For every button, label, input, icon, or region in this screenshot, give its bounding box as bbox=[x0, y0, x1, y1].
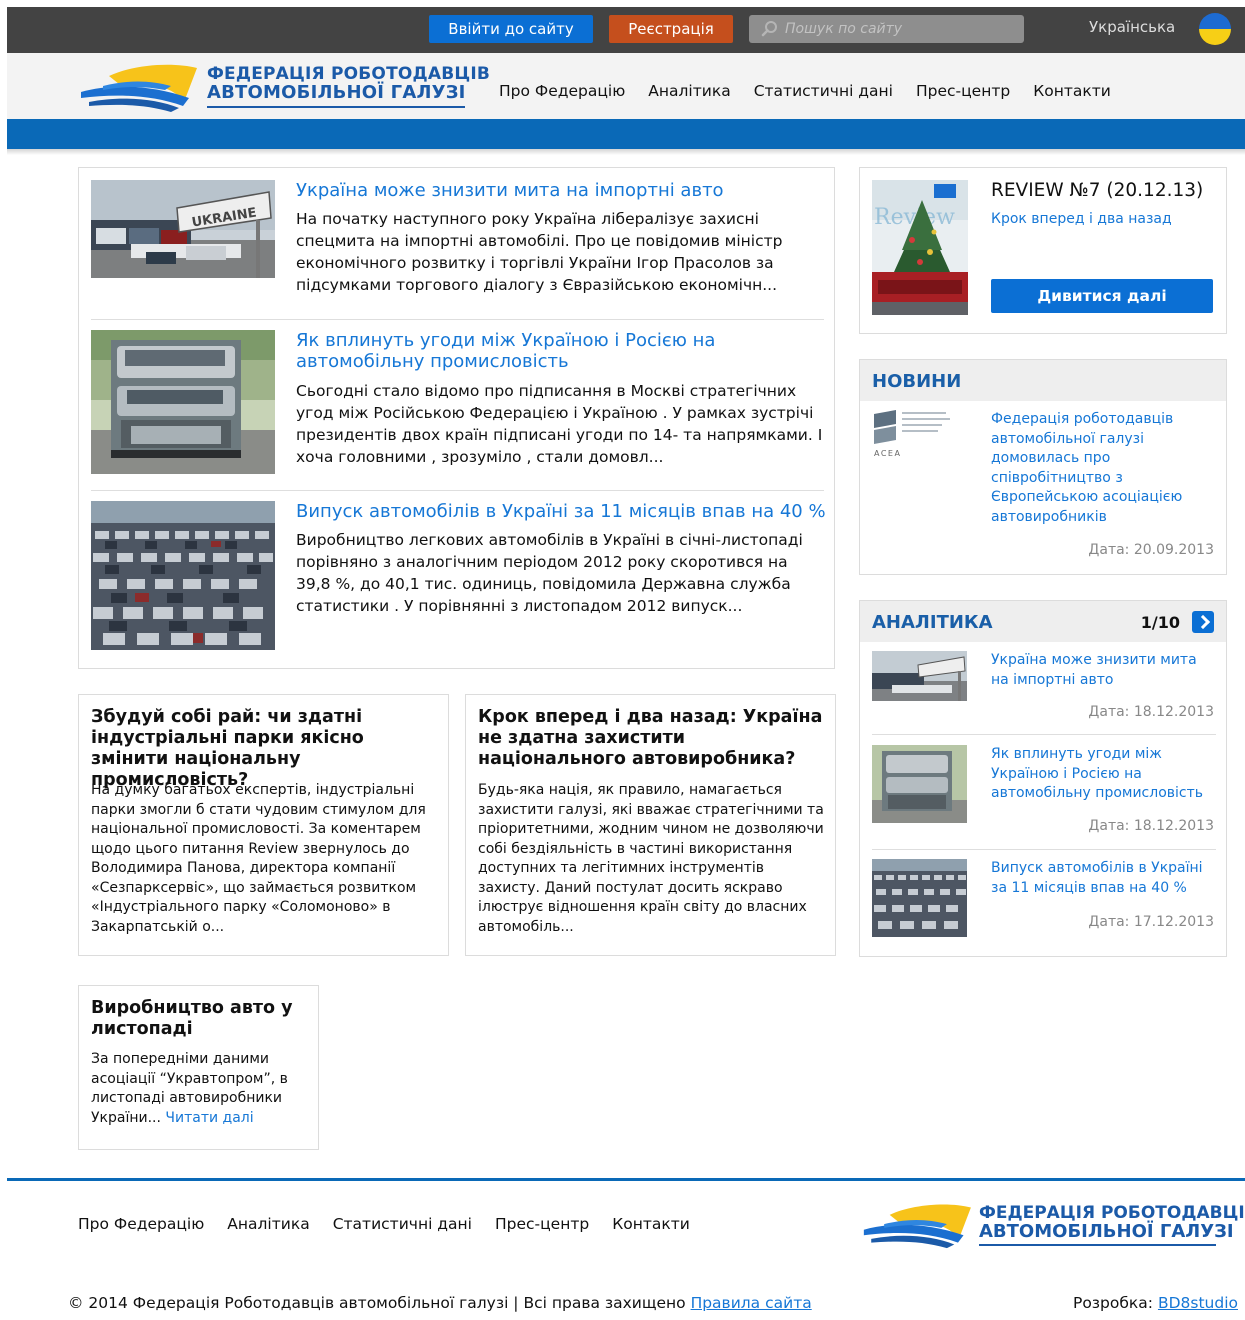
analytics-item-date: Дата: 17.12.2013 bbox=[1088, 914, 1214, 930]
divider bbox=[872, 734, 1216, 735]
featured-articles: UKRAINE Україна може знизити мита на імп… bbox=[78, 167, 835, 669]
ukraine-flag-icon[interactable] bbox=[1199, 13, 1231, 45]
article-image[interactable] bbox=[91, 501, 275, 650]
view-more-button[interactable]: Дивитися далі bbox=[991, 279, 1213, 313]
site-logo[interactable]: ФЕДЕРАЦІЯ РОБОТОДАВЦІВ АВТОМОБІЛЬНОЇ ГАЛ… bbox=[79, 62, 490, 114]
footer-nav: Про Федерацію Аналітика Статистичні дані… bbox=[78, 1215, 690, 1233]
logo-text-line2: АВТОМОБІЛЬНОЇ ГАЛУЗІ bbox=[207, 82, 466, 103]
featured-article: Як вплинуть угоди між Україною і Росією … bbox=[91, 330, 824, 480]
footer-nav-statistics[interactable]: Статистичні дані bbox=[333, 1215, 472, 1233]
copyright: © 2014 Федерація Роботодавців автомобіль… bbox=[68, 1294, 812, 1312]
acea-logo-icon[interactable]: ACEA bbox=[872, 410, 968, 458]
nav-item-about[interactable]: Про Федерацію bbox=[499, 82, 625, 100]
logo-underline bbox=[979, 1244, 1216, 1246]
site-rules-link[interactable]: Правила сайта bbox=[691, 1294, 812, 1312]
card-title[interactable]: Збудуй собі рай: чи здатні індустріальні… bbox=[91, 707, 436, 791]
logo-underline bbox=[207, 106, 465, 108]
card-excerpt: На думку багатьох експертів, індустріаль… bbox=[91, 782, 426, 935]
article-excerpt: На початку наступного року Україна лібер… bbox=[296, 210, 783, 294]
analytics-thumb[interactable] bbox=[872, 859, 967, 937]
article-card: Виробництво авто у листопаді За попередн… bbox=[78, 985, 319, 1150]
login-button[interactable]: Ввійти до сайту bbox=[429, 15, 593, 43]
review-widget: Review REVIEW №7 (20.12.13) Крок вперед … bbox=[859, 167, 1227, 334]
header-shadow bbox=[7, 149, 1245, 155]
read-more-link[interactable]: Читати далі bbox=[165, 1110, 253, 1126]
analytics-heading: АНАЛІТИКА bbox=[872, 612, 993, 633]
article-card: Збудуй собі рай: чи здатні індустріальні… bbox=[78, 694, 449, 956]
article-card: Крок вперед і два назад: Україна не здат… bbox=[465, 694, 836, 956]
news-item-date: Дата: 20.09.2013 bbox=[1088, 542, 1214, 558]
pager-count: 1/10 bbox=[1140, 612, 1180, 632]
footer-divider bbox=[7, 1178, 1245, 1181]
footer-nav-contacts[interactable]: Контакти bbox=[612, 1215, 690, 1233]
language-selector[interactable]: Українська bbox=[1089, 18, 1175, 36]
next-arrow-icon[interactable] bbox=[1192, 611, 1214, 633]
featured-article: UKRAINE Україна може знизити мита на імп… bbox=[91, 180, 826, 294]
analytics-item-link[interactable]: Україна може знизити мита на імпортні ав… bbox=[991, 651, 1211, 690]
analytics-widget: АНАЛІТИКА 1/10 Україна може знизити мита… bbox=[859, 600, 1227, 957]
article-image[interactable] bbox=[91, 330, 275, 474]
developer-credit: Розробка: BD8studio bbox=[1072, 1294, 1238, 1312]
divider bbox=[91, 490, 824, 491]
logo-text-line1: ФЕДЕРАЦІЯ РОБОТОДАВЦІВ bbox=[207, 64, 491, 84]
card-excerpt: За попередніми даними асоціації “Укравто… bbox=[91, 1051, 288, 1126]
analytics-item-link[interactable]: Як вплинуть угоди між Україною і Росією … bbox=[991, 745, 1211, 804]
news-heading: НОВИНИ bbox=[872, 371, 962, 392]
logo-emblem-icon bbox=[81, 64, 197, 112]
logo-text-line1: ФЕДЕРАЦІЯ РОБОТОДАВЦІВ bbox=[979, 1203, 1245, 1223]
review-title: REVIEW №7 (20.12.13) bbox=[991, 180, 1204, 201]
top-bar: Ввійти до сайту Реєстрація Українська bbox=[7, 7, 1245, 53]
nav-item-contacts[interactable]: Контакти bbox=[1033, 82, 1111, 100]
logo-emblem-icon bbox=[863, 1204, 971, 1249]
article-title[interactable]: Випуск автомобілів в Україні за 11 місяц… bbox=[296, 501, 826, 522]
analytics-item-link[interactable]: Випуск автомобілів в Україні за 11 місяц… bbox=[991, 859, 1211, 898]
article-excerpt: Виробництво легкових автомобілів в Украї… bbox=[296, 531, 803, 615]
footer-nav-press-center[interactable]: Прес-центр bbox=[495, 1215, 589, 1233]
analytics-thumb[interactable] bbox=[872, 745, 967, 823]
card-title[interactable]: Крок вперед і два назад: Україна не здат… bbox=[478, 707, 828, 770]
card-excerpt: Будь-яка нація, як правило, намагається … bbox=[478, 782, 824, 935]
divider bbox=[91, 319, 824, 320]
footer-nav-about[interactable]: Про Федерацію bbox=[78, 1215, 204, 1233]
footer-nav-analytics[interactable]: Аналітика bbox=[227, 1215, 309, 1233]
article-title[interactable]: Як вплинуть угоди між Україною і Росією … bbox=[296, 330, 826, 372]
footer-logo[interactable]: ФЕДЕРАЦІЯ РОБОТОДАВЦІВ АВТОМОБІЛЬНОЇ ГАЛ… bbox=[862, 1195, 1245, 1255]
news-item-link[interactable]: Федерація роботодавців автомобільної гал… bbox=[991, 410, 1211, 527]
article-title[interactable]: Україна може знизити мита на імпортні ав… bbox=[296, 180, 826, 201]
analytics-thumb[interactable] bbox=[872, 651, 967, 701]
review-cover-image[interactable]: Review bbox=[872, 180, 968, 315]
search-box[interactable] bbox=[749, 15, 1024, 43]
developer-link[interactable]: BD8studio bbox=[1158, 1294, 1238, 1312]
card-title[interactable]: Виробництво авто у листопаді bbox=[91, 998, 311, 1040]
analytics-item-date: Дата: 18.12.2013 bbox=[1088, 704, 1214, 720]
nav-item-press-center[interactable]: Прес-центр bbox=[916, 82, 1010, 100]
main-nav: Про Федерацію Аналітика Статистичні дані… bbox=[499, 82, 1111, 100]
divider bbox=[872, 849, 1216, 850]
nav-item-analytics[interactable]: Аналітика bbox=[648, 82, 730, 100]
site-header: ФЕДЕРАЦІЯ РОБОТОДАВЦІВ АВТОМОБІЛЬНОЇ ГАЛ… bbox=[7, 53, 1245, 119]
logo-text-line2: АВТОМОБІЛЬНОЇ ГАЛУЗІ bbox=[979, 1221, 1234, 1242]
nav-item-statistics[interactable]: Статистичні дані bbox=[754, 82, 893, 100]
featured-article: Випуск автомобілів в Україні за 11 місяц… bbox=[91, 501, 826, 651]
search-icon bbox=[761, 21, 777, 37]
register-button[interactable]: Реєстрація bbox=[609, 15, 733, 43]
news-widget: НОВИНИ ACEA Федерація роботодавців автом… bbox=[859, 359, 1227, 575]
article-excerpt: Сьогодні стало відомо про підписання в М… bbox=[296, 382, 823, 466]
analytics-pager: 1/10 bbox=[1141, 611, 1214, 633]
header-blue-bar bbox=[7, 119, 1245, 149]
acea-text: ACEA bbox=[874, 449, 901, 458]
article-image[interactable]: UKRAINE bbox=[91, 180, 275, 278]
review-subtitle-link[interactable]: Крок вперед і два назад bbox=[991, 210, 1172, 230]
analytics-item-date: Дата: 18.12.2013 bbox=[1088, 818, 1214, 834]
search-input[interactable] bbox=[785, 17, 1015, 41]
